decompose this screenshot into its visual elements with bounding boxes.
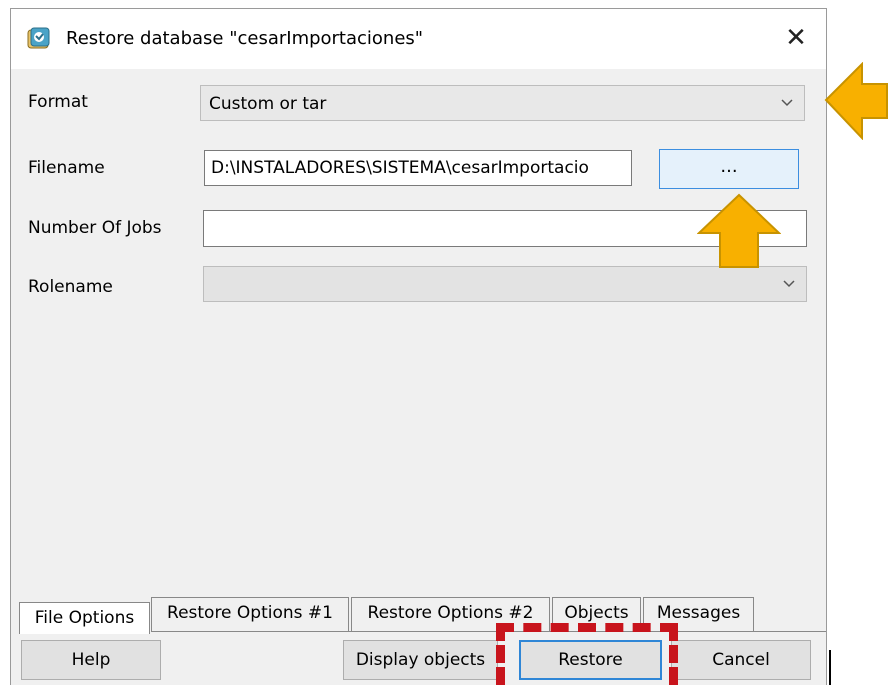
dialog-title: Restore database "cesarImportaciones" <box>66 28 424 49</box>
cancel-button[interactable]: Cancel <box>671 640 811 680</box>
filename-value: D:\INSTALADORES\SISTEMA\cesarImportacio <box>211 158 589 178</box>
display-objects-button[interactable]: Display objects <box>343 640 498 680</box>
arrow-up-icon <box>697 193 781 268</box>
restore-highlight-box <box>496 623 678 685</box>
tab-restore-options-1[interactable]: Restore Options #1 <box>151 597 349 631</box>
help-button[interactable]: Help <box>21 640 161 680</box>
filename-label: Filename <box>28 158 105 178</box>
rolename-select[interactable] <box>203 266 807 302</box>
format-select[interactable]: Custom or tar <box>200 85 805 121</box>
format-value: Custom or tar <box>209 94 327 114</box>
browse-button[interactable]: ... <box>659 149 799 189</box>
tab-strip-border <box>151 631 826 632</box>
arrow-left-icon <box>824 62 888 140</box>
tab-file-options[interactable]: File Options <box>19 602 150 634</box>
filename-input[interactable]: D:\INSTALADORES\SISTEMA\cesarImportacio <box>204 150 632 186</box>
rolename-label: Rolename <box>28 277 113 297</box>
restore-dialog: Restore database "cesarImportaciones" ✕ … <box>10 8 827 685</box>
pgadmin-elephant-icon <box>27 27 50 49</box>
format-label: Format <box>28 92 88 112</box>
window-edge-mark <box>829 650 831 685</box>
close-button[interactable]: ✕ <box>780 21 812 55</box>
chevron-down-icon <box>783 280 795 288</box>
jobs-label: Number Of Jobs <box>28 218 162 238</box>
title-bar: Restore database "cesarImportaciones" ✕ <box>11 9 826 69</box>
chevron-down-icon <box>781 99 793 107</box>
